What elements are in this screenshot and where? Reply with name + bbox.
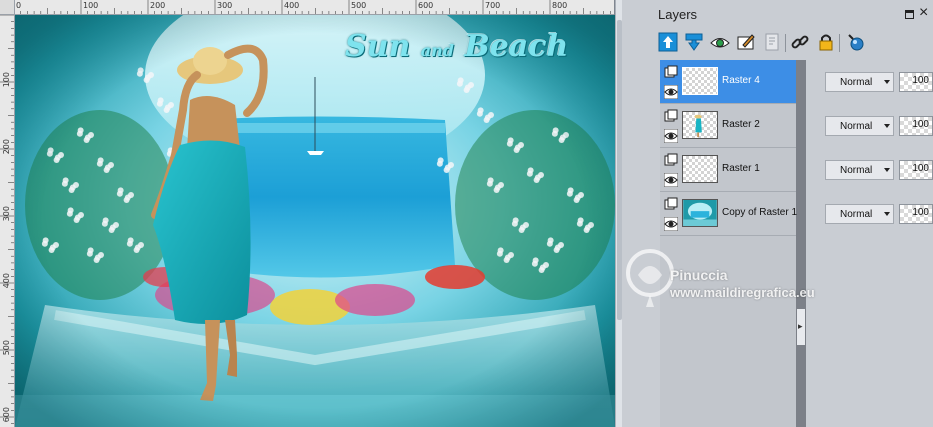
lock-icon[interactable] [816, 32, 836, 52]
raster-layer-icon [664, 197, 678, 210]
layer-thumbnail [682, 67, 718, 95]
title-word: and [420, 41, 454, 60]
splitter-handle[interactable]: ▸ [796, 308, 806, 346]
blend-mode-dropdown[interactable]: Normal [825, 116, 894, 136]
canvas-area[interactable]: 0 100 200 300 400 500 600 700 800 100 20… [0, 0, 623, 427]
opacity-field[interactable]: 100 [899, 116, 933, 136]
toolbar-separator [839, 34, 840, 52]
vertical-ruler: 100 200 300 400 500 600 [0, 0, 15, 427]
blend-mode-dropdown[interactable]: Normal [825, 204, 894, 224]
horizontal-ruler: 0 100 200 300 400 500 600 700 800 [14, 0, 614, 15]
link-icon[interactable] [790, 32, 810, 52]
scene-thumbnail-icon [683, 200, 717, 226]
layer-name-cell[interactable]: Copy of Raster 1 [660, 192, 798, 236]
woman-thumbnail-icon [694, 114, 702, 138]
new-layer-down-icon[interactable] [684, 32, 704, 52]
layer-name: Raster 1 [722, 163, 760, 174]
panel-divider[interactable] [622, 0, 640, 427]
beach-scene [15, 15, 615, 427]
blend-mode-value: Normal [840, 121, 873, 132]
blend-mode-value: Normal [840, 165, 873, 176]
layer-thumbnail [682, 111, 718, 139]
visibility-eye-icon[interactable] [664, 85, 678, 99]
layer-name: Raster 4 [722, 75, 760, 86]
opacity-value: 100 [912, 207, 929, 218]
blend-mode-value: Normal [840, 209, 873, 220]
layer-thumbnail [682, 199, 718, 227]
toolbar-separator [785, 34, 786, 52]
ruler-corner [0, 0, 15, 15]
adjustment-layer-icon[interactable] [846, 32, 866, 52]
raster-layer-icon [664, 109, 678, 122]
artwork-image[interactable]: Sun and Beach [15, 15, 615, 427]
layer-name-cell[interactable]: Raster 4 [660, 60, 796, 104]
layer-state-icons [662, 107, 680, 145]
opacity-field[interactable]: 100 [899, 204, 933, 224]
layer-name: Copy of Raster 1 [722, 207, 798, 218]
title-word: Beach [464, 29, 569, 64]
dropdown-arrow-icon [884, 212, 890, 216]
layer-row[interactable]: Copy of Raster 1 Normal 100 [660, 192, 933, 236]
dropdown-arrow-icon [884, 80, 890, 84]
new-raster-layer-icon[interactable] [658, 32, 678, 52]
layer-row[interactable]: Raster 2 Normal 100 [660, 104, 933, 148]
title-word: Sun [345, 29, 411, 64]
layer-state-icons [662, 63, 680, 101]
blend-mode-dropdown[interactable]: Normal [825, 72, 894, 92]
blend-mode-dropdown[interactable]: Normal [825, 160, 894, 180]
visibility-eye-icon[interactable] [664, 129, 678, 143]
layers-panel: Layers × ▸ Raster 4 Normal 100 Raster 2 … [640, 0, 933, 427]
layer-thumbnail [682, 155, 718, 183]
panel-title: Layers [658, 7, 698, 22]
dropdown-arrow-icon [884, 124, 890, 128]
ruler-ticks [14, 0, 611, 14]
layers-list: ▸ Raster 4 Normal 100 Raster 2 Normal 10… [660, 60, 933, 427]
opacity-value: 100 [912, 119, 929, 130]
opacity-value: 100 [912, 75, 929, 86]
layer-properties-icon[interactable] [762, 32, 782, 52]
opacity-value: 100 [912, 163, 929, 174]
layer-row[interactable]: Raster 1 Normal 100 [660, 148, 933, 192]
maximize-button[interactable] [905, 10, 914, 19]
visibility-eye-icon[interactable] [664, 173, 678, 187]
mask-layer-icon[interactable] [736, 32, 756, 52]
raster-layer-icon [664, 65, 678, 78]
raster-layer-icon [664, 153, 678, 166]
layer-visibility-icon[interactable] [710, 32, 730, 52]
opacity-field[interactable]: 100 [899, 72, 933, 92]
layer-name-cell[interactable]: Raster 2 [660, 104, 796, 148]
dropdown-arrow-icon [884, 168, 890, 172]
layer-name-cell[interactable]: Raster 1 [660, 148, 796, 192]
artwork-title: Sun and Beach [345, 29, 568, 64]
visibility-eye-icon[interactable] [664, 217, 678, 231]
layer-row[interactable]: Raster 4 Normal 100 [660, 60, 933, 104]
layer-name: Raster 2 [722, 119, 760, 130]
layer-state-icons [662, 195, 680, 233]
panel-header: Layers × [640, 0, 933, 28]
close-button[interactable]: × [919, 5, 928, 21]
opacity-field[interactable]: 100 [899, 160, 933, 180]
blend-mode-value: Normal [840, 77, 873, 88]
ruler-ticks [0, 14, 14, 425]
layer-state-icons [662, 151, 680, 189]
